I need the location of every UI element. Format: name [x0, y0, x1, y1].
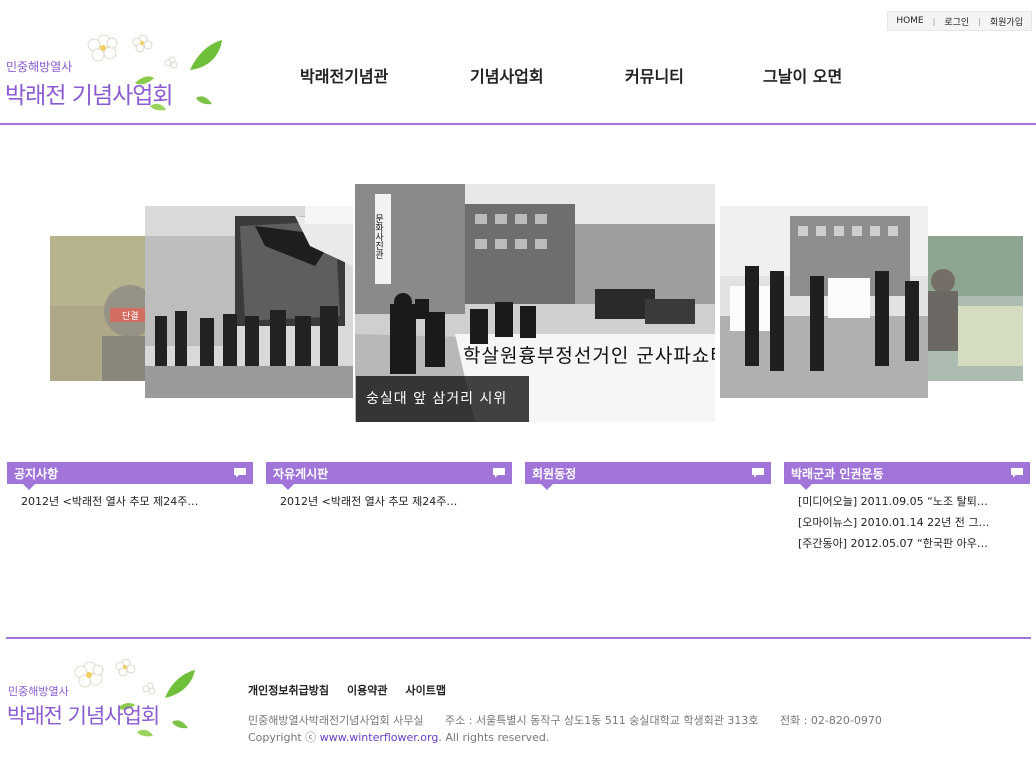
sign-text: 문화사진관: [373, 214, 383, 259]
join-link[interactable]: 회원가입: [990, 15, 1023, 28]
address: 주소 : 서울특별시 동작구 상도1동 511 숭실대학교 학생회관 313호: [445, 714, 759, 727]
board-human-rights: 박래군과 인권운동 [미디어오늘] 2011.09.05 “노조 탈퇴… [오마…: [784, 462, 1030, 556]
board-list: [미디어오늘] 2011.09.05 “노조 탈퇴… [오마이뉴스] 2010.…: [784, 493, 1030, 556]
list-item[interactable]: [주간동아] 2012.05.07 “한국판 아우…: [798, 535, 1030, 556]
speech-bubble-icon[interactable]: [751, 467, 765, 478]
privacy-policy-link[interactable]: 개인정보취급방침: [248, 682, 329, 698]
divider: |: [978, 16, 981, 26]
board-header: 공지사항: [7, 462, 253, 490]
site-url-link[interactable]: www.winterflower.org: [320, 731, 439, 744]
logo-subtitle: 민중해방열사: [6, 60, 73, 74]
board-free: 자유게시판 2012년 <박래전 열사 추모 제24주…: [266, 462, 512, 514]
nav-item-society[interactable]: 기념사업회: [470, 63, 544, 87]
banner-text: 학살원흉부정선거인 군사파쇼타도하자: [463, 345, 715, 367]
board-title: 자유게시판: [273, 467, 329, 481]
speech-bubble-icon[interactable]: [233, 467, 247, 478]
slide-caption: 숭실대 앞 삼거리 시위: [356, 376, 529, 422]
nav-item-that-day[interactable]: 그날이 오면: [763, 63, 842, 87]
site-logo[interactable]: 민중해방열사 박래전 기념사업회: [0, 28, 230, 116]
header-pointer: [541, 484, 553, 490]
board-header: 회원동정: [525, 462, 771, 490]
footer-logo-title: 박래전 기념사업회: [7, 704, 160, 728]
sitemap-link[interactable]: 사이트맵: [405, 682, 445, 698]
divider: |: [932, 16, 936, 26]
board-header: 자유게시판: [266, 462, 512, 490]
home-link[interactable]: HOME: [896, 16, 923, 26]
board-header: 박래군과 인권운동: [784, 462, 1030, 490]
terms-link[interactable]: 이용약관: [347, 682, 387, 698]
footer-logo-subtitle: 민중해방열사: [8, 685, 69, 698]
board-title: 박래군과 인권운동: [791, 467, 884, 481]
list-item[interactable]: [미디어오늘] 2011.09.05 “노조 탈퇴…: [798, 493, 1030, 514]
login-link[interactable]: 로그인: [944, 15, 969, 28]
slide-photo-far-left[interactable]: 단결: [50, 236, 145, 381]
copyright-suffix: . All rights reserved.: [438, 731, 550, 744]
speech-bubble-icon[interactable]: [492, 467, 506, 478]
footer-divider: [6, 637, 1031, 639]
phone: 전화 : 02-820-0970: [779, 714, 882, 727]
board-notice: 공지사항 2012년 <박래전 열사 추모 제24주…: [7, 462, 253, 514]
office-name: 민중해방열사박래전기념사업회 사무실: [248, 714, 424, 727]
slide-photo-far-right[interactable]: [928, 236, 1023, 381]
footer-links: 개인정보취급방침 이용약관 사이트맵: [248, 682, 464, 698]
board-list: 2012년 <박래전 열사 추모 제24주…: [7, 493, 253, 514]
nav-item-community[interactable]: 커뮤니티: [625, 63, 684, 87]
logo-title: 박래전 기념사업회: [5, 83, 174, 109]
photo-slider: 단결 문화사진관 학살원흉부정선거인 군사파쇼 숭실대 앞 삼거리 시위: [0, 180, 1036, 430]
copyright-prefix: Copyright ⓒ: [248, 731, 317, 744]
nav-item-memorial[interactable]: 박래전기념관: [300, 63, 388, 87]
board-list: 2012년 <박래전 열사 추모 제24주…: [266, 493, 512, 514]
footer-info: 민중해방열사박래전기념사업회 사무실 주소 : 서울특별시 동작구 상도1동 5…: [248, 712, 900, 728]
footer-logo: 민중해방열사 박래전 기념사업회: [0, 650, 220, 745]
speech-bubble-icon[interactable]: [1010, 467, 1024, 478]
board-members: 회원동정: [525, 462, 771, 493]
utility-nav: HOME | 로그인 | 회원가입: [887, 11, 1032, 31]
banner-text: 단결: [122, 311, 139, 322]
header-pointer: [800, 484, 812, 490]
copyright: Copyright ⓒ www.winterflower.org. All ri…: [248, 729, 549, 745]
header-pointer: [282, 484, 294, 490]
slide-photo-right[interactable]: [720, 206, 928, 398]
list-item[interactable]: [오마이뉴스] 2010.01.14 22년 전 그…: [798, 514, 1030, 535]
board-title: 공지사항: [14, 467, 59, 481]
header-divider: [0, 123, 1036, 125]
list-item[interactable]: 2012년 <박래전 열사 추모 제24주…: [21, 493, 253, 514]
board-title: 회원동정: [532, 467, 577, 481]
header-pointer: [23, 484, 35, 490]
list-item[interactable]: 2012년 <박래전 열사 추모 제24주…: [280, 493, 512, 514]
slide-photo-left[interactable]: [145, 206, 353, 398]
